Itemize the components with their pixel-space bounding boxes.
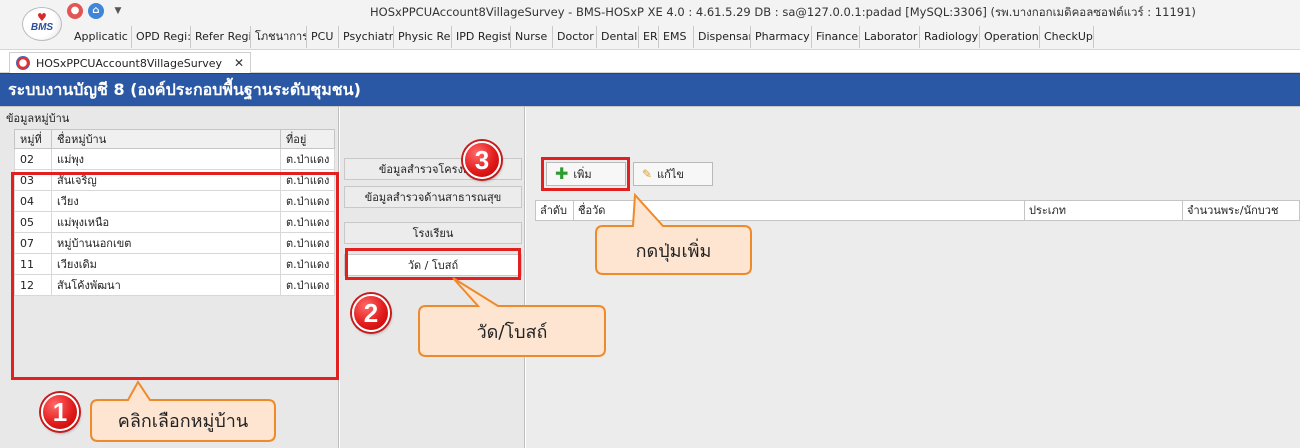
cell-no: 02 [14, 148, 52, 170]
menu-item[interactable]: CheckUp [1040, 26, 1094, 48]
document-tab-label: HOSxPPCUAccount8VillageSurvey [36, 56, 223, 70]
highlight-temple-tab [345, 248, 521, 280]
menu-item[interactable]: Refer Regi [191, 26, 251, 48]
menu-item[interactable]: Psychiatri [339, 26, 394, 48]
highlight-village-table [11, 172, 339, 380]
tab-school[interactable]: โรงเรียน [344, 222, 522, 244]
menu-item[interactable]: Laborator [860, 26, 920, 48]
column-header-name[interactable]: ชื่อหมู่บ้าน [51, 129, 281, 149]
menu-item[interactable]: Physic Re: [394, 26, 452, 48]
menu-item[interactable]: Dental [597, 26, 639, 48]
menu-item[interactable]: Applicatic [70, 26, 132, 48]
column-header-order[interactable]: ลำดับ [536, 201, 574, 220]
menu-item[interactable]: Pharmacy [751, 26, 812, 48]
callout-press-add-text: กดปุ่มเพิ่ม [635, 240, 712, 262]
title-bar: ♥ BMS ● ⌂ ▼ HOSxPPCUAccount8VillageSurve… [0, 0, 1300, 50]
table-row[interactable]: 02 แม่พุง ต.ป่าแดง [14, 148, 335, 170]
highlight-add-button [541, 157, 630, 191]
menu-item[interactable]: Doctor [553, 26, 597, 48]
callout-press-add: กดปุ่มเพิ่ม [595, 192, 752, 275]
step-3-badge: 3 [463, 141, 501, 179]
pencil-icon: ✎ [642, 167, 653, 181]
menu-item[interactable]: Nurse [511, 26, 553, 48]
menu-item[interactable]: ER [639, 26, 659, 48]
menu-item[interactable]: IPD Regist [452, 26, 511, 48]
edit-button[interactable]: ✎ แก้ไข [633, 162, 713, 186]
document-tabs: HOSxPPCUAccount8VillageSurvey ✕ [0, 50, 1300, 73]
bms-logo: ♥ BMS [22, 7, 62, 41]
village-panel-title: ข้อมูลหมู่บ้าน [6, 112, 70, 125]
menu-item[interactable]: PCU [307, 26, 339, 48]
heart-icon: ♥ [37, 11, 47, 24]
menu-item[interactable]: EMS [659, 26, 694, 48]
menu-item[interactable]: Radiology [920, 26, 980, 48]
close-icon[interactable]: ✕ [234, 56, 244, 70]
menu-item[interactable]: Operation [980, 26, 1040, 48]
app-window: ♥ BMS ● ⌂ ▼ HOSxPPCUAccount8VillageSurve… [0, 0, 1300, 448]
menu-item[interactable]: OPD Regi: [132, 26, 191, 48]
home-icon[interactable]: ⌂ [88, 3, 104, 19]
callout-select-village-text: คลิกเลือกหมู่บ้าน [117, 411, 249, 432]
menu-item[interactable]: โภชนาการ [251, 26, 307, 48]
step-2-badge: 2 [352, 294, 390, 332]
callout-temple-text: วัด/โบสถ์ [476, 321, 548, 343]
column-header-address[interactable]: ที่อยู่ [280, 129, 335, 149]
menu-item[interactable]: Finance [812, 26, 860, 48]
window-title: HOSxPPCUAccount8VillageSurvey - BMS-HOSx… [370, 5, 1196, 19]
menu-item[interactable]: Dispensar [694, 26, 751, 48]
app-icon [16, 56, 30, 70]
main-menu: Applicatic OPD Regi: Refer Regi โภชนาการ PCU… [70, 26, 1094, 48]
column-header-type[interactable]: ประเภท [1025, 201, 1183, 220]
table-header-row: หมู่ที่ ชื่อหมู่บ้าน ที่อยู่ [14, 129, 335, 149]
tab-health-survey[interactable]: ข้อมูลสำรวจด้านสาธารณสุข [344, 186, 522, 208]
step-1-badge: 1 [41, 393, 79, 431]
record-icon[interactable]: ● [67, 3, 83, 19]
callout-select-village: คลิกเลือกหมู่บ้าน [90, 380, 276, 442]
column-header-monks[interactable]: จำนวนพระ/นักบวช [1183, 201, 1299, 220]
callout-temple: วัด/โบสถ์ [418, 277, 606, 357]
edit-button-label: แก้ไข [657, 168, 684, 181]
column-header-no[interactable]: หมู่ที่ [14, 129, 52, 149]
document-tab[interactable]: HOSxPPCUAccount8VillageSurvey ✕ [9, 52, 252, 73]
quick-access-dropdown-icon[interactable]: ▼ [110, 3, 126, 19]
cell-addr: ต.ป่าแดง [280, 148, 335, 170]
cell-name: แม่พุง [51, 148, 281, 170]
page-title: ระบบงานบัญชี 8 (องค์ประกอบพื้นฐานระดับชุ… [0, 73, 1300, 106]
